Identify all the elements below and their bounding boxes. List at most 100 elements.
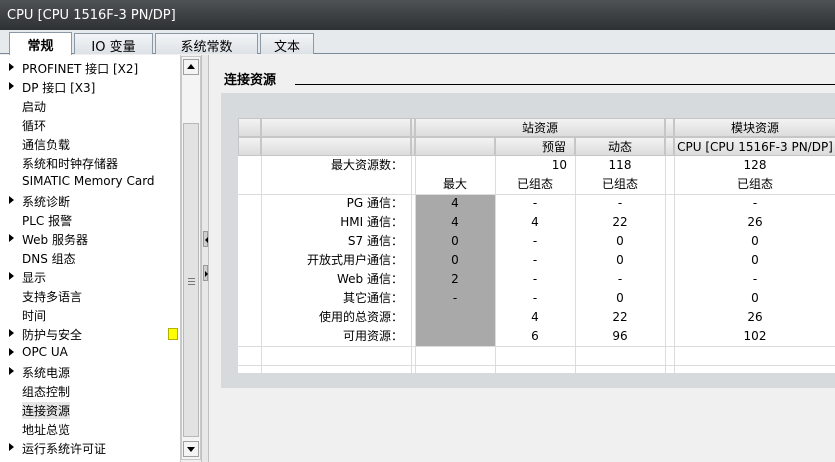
nav-item-plc-alarms[interactable]: PLC 报警 (0, 210, 180, 229)
properties-content: 连接资源 站资源 模块资源 预留 动态 CPU [CPU 1516F-3 PN/… (209, 55, 835, 462)
nav-item-profinet-interface[interactable]: PROFINET 接口 [X2] (0, 58, 180, 77)
tab-texts[interactable]: 文本 (260, 33, 314, 55)
nav-item-cycle[interactable]: 循环 (0, 115, 180, 134)
nav-item-label: OPC UA (22, 345, 68, 359)
arrow-right-icon (205, 271, 208, 277)
connection-resources-panel: 站资源 模块资源 预留 动态 CPU [CPU 1516F-3 PN/DP] 最… (221, 93, 835, 388)
cell-value: 128 (743, 158, 767, 172)
expand-arrow-icon[interactable] (9, 234, 14, 242)
expand-arrow-icon[interactable] (9, 367, 14, 375)
cell-value: - (532, 291, 538, 305)
max-cell: 4 (415, 194, 495, 213)
grid-line (238, 194, 835, 195)
section-title: 连接资源 (224, 73, 277, 88)
cell-value: - (617, 196, 623, 210)
row-label: 使用的总资源： (318, 310, 403, 324)
nav-item-label: SIMATIC Memory Card (22, 174, 155, 188)
nav-item-startup[interactable]: 启动 (0, 96, 180, 115)
warning-marker-icon (168, 328, 178, 340)
arrow-left-icon (205, 237, 208, 243)
cell-value: 0 (616, 291, 624, 305)
row-label-header (261, 137, 411, 156)
nav-item-system-clock-memory[interactable]: 系统和时钟存储器 (0, 153, 180, 172)
nav-item-label: DP 接口 [X3] (22, 81, 96, 95)
nav-item-label: 启动 (22, 100, 47, 114)
cell-value: - (532, 253, 538, 267)
nav-item-dns-config[interactable]: DNS 组态 (0, 248, 180, 267)
scroll-up-button[interactable] (183, 59, 199, 75)
tab-system-constants[interactable]: 系统常数 (155, 33, 258, 55)
window-title: CPU [CPU 1516F-3 PN/DP] (0, 0, 835, 30)
nav-item-opc-ua[interactable]: OPC UA (0, 343, 180, 362)
cell-value: - (532, 234, 538, 248)
expand-arrow-icon[interactable] (9, 82, 14, 90)
nav-item-label: 显示 (22, 271, 47, 285)
grid-line (238, 346, 835, 347)
max-cell: - (415, 289, 495, 308)
nav-item-protection-security[interactable]: 防护与安全 (0, 324, 180, 343)
cell-value: 102 (743, 329, 767, 343)
nav-item-memory-card[interactable]: SIMATIC Memory Card (0, 172, 180, 191)
subheader-cell: 已组态 (516, 177, 553, 191)
module-resources-header: 模块资源 (674, 118, 835, 137)
cell-value: - (532, 272, 538, 286)
chevron-down-icon (187, 447, 195, 452)
corner-header (238, 118, 261, 137)
expand-arrow-icon[interactable] (9, 272, 14, 280)
nav-item-web-server[interactable]: Web 服务器 (0, 229, 180, 248)
module-column-header: CPU [CPU 1516F-3 PN/DP] (674, 137, 835, 156)
max-cell: 0 (415, 251, 495, 270)
navigation-tree: PROFINET 接口 [X2] DP 接口 [X3] 启动 循环 通信负载 系… (0, 55, 181, 462)
max-column-header (415, 137, 495, 156)
chevron-up-icon (187, 64, 195, 69)
nav-item-label: 时间 (22, 309, 47, 323)
grid-line (674, 156, 675, 373)
sidebar-scrollbar[interactable] (181, 56, 201, 460)
nav-item-label: 组态控制 (22, 385, 71, 399)
nav-item-time[interactable]: 时间 (0, 305, 180, 324)
nav-item-dp-interface[interactable]: DP 接口 [X3] (0, 77, 180, 96)
cell-value: 26 (747, 215, 763, 229)
header-gap (665, 118, 674, 137)
header-gap (665, 137, 674, 156)
nav-item-communication-load[interactable]: 通信负载 (0, 134, 180, 153)
nav-item-display[interactable]: 显示 (0, 267, 180, 286)
expand-arrow-icon[interactable] (9, 196, 14, 204)
nav-item-label: 支持多语言 (22, 290, 83, 304)
nav-item-runtime-licenses[interactable]: 运行系统许可证 (0, 438, 180, 457)
nav-item-label: 系统电源 (22, 366, 71, 380)
tab-general[interactable]: 常规 (9, 32, 72, 55)
row-label: 可用资源： (342, 329, 403, 343)
cell-value: - (532, 196, 538, 210)
cell-value: - (752, 272, 758, 286)
expand-arrow-icon[interactable] (9, 348, 14, 356)
expand-right-button[interactable] (203, 265, 208, 281)
collapse-left-button[interactable] (203, 231, 208, 247)
nav-item-connection-resources[interactable]: 连接资源 (0, 400, 180, 419)
nav-item-label: 防护与安全 (22, 328, 83, 342)
scrollbar-thumb[interactable] (183, 123, 199, 437)
nav-item-label: PROFINET 接口 [X2] (22, 62, 139, 76)
nav-item-config-control[interactable]: 组态控制 (0, 381, 180, 400)
tab-strip: 常规 IO 变量 系统常数 文本 (0, 30, 835, 55)
expand-arrow-icon[interactable] (9, 63, 14, 71)
nav-item-label: 循环 (22, 119, 47, 133)
pane-splitter[interactable] (201, 55, 209, 462)
nav-item-label: PLC 报警 (22, 214, 73, 228)
nav-item-address-overview[interactable]: 地址总览 (0, 419, 180, 438)
reserved-column-header: 预留 (495, 137, 575, 156)
tab-io-tags[interactable]: IO 变量 (74, 33, 153, 55)
cell-value: - (752, 196, 758, 210)
nav-item-multilingual[interactable]: 支持多语言 (0, 286, 180, 305)
grip-icon (188, 281, 195, 282)
max-cell (415, 308, 495, 327)
nav-item-system-power[interactable]: 系统电源 (0, 362, 180, 381)
scroll-down-button[interactable] (183, 441, 199, 457)
cell-value: 0 (751, 291, 759, 305)
dynamic-column-header: 动态 (575, 137, 665, 156)
cell-value: 26 (747, 310, 763, 324)
expand-arrow-icon[interactable] (9, 329, 14, 337)
expand-arrow-icon[interactable] (9, 443, 14, 451)
subheader-cell: 已组态 (736, 177, 773, 191)
nav-item-system-diagnostics[interactable]: 系统诊断 (0, 191, 180, 210)
